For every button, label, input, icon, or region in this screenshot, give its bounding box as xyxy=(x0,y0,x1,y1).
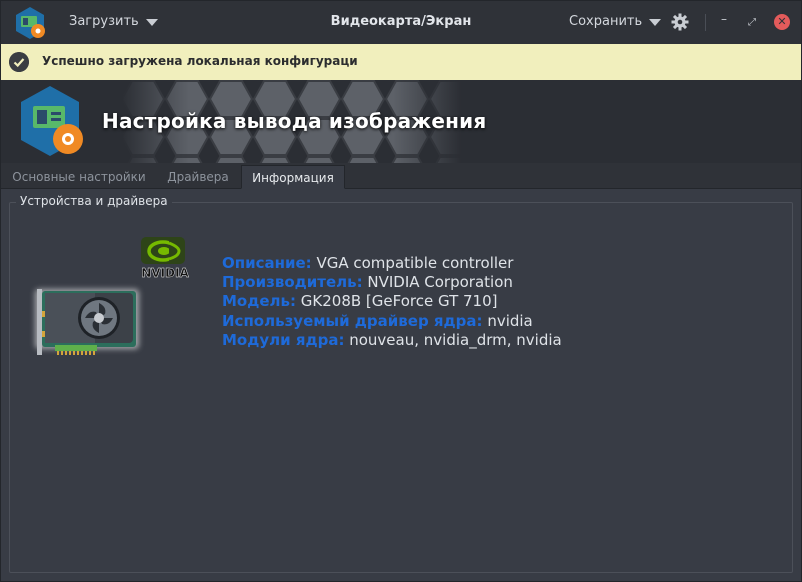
app-icon xyxy=(16,7,45,39)
graphics-card-icon xyxy=(35,289,139,355)
chevron-down-icon xyxy=(145,18,158,26)
info-value: NVIDIA Corporation xyxy=(367,273,513,292)
info-key: Модель: xyxy=(222,292,296,311)
checkmark-icon xyxy=(9,52,29,72)
title-bar: Загрузить Видеокарта/Экран Сохранить – ⤢… xyxy=(1,1,801,44)
chevron-down-icon xyxy=(649,18,662,26)
tab-information[interactable]: Информация xyxy=(241,165,345,189)
save-menu[interactable]: Сохранить xyxy=(569,14,662,29)
info-row-kernel-modules: Модули ядра: nouveau, nvidia_drm, nvidia xyxy=(222,331,562,350)
gear-icon[interactable] xyxy=(671,13,689,31)
close-button[interactable]: ✕ xyxy=(774,14,790,30)
nvidia-logo-text: NVIDIA xyxy=(141,266,189,280)
load-menu[interactable]: Загрузить xyxy=(69,14,158,29)
tab-bar: Основные настройки Драйвера Информация xyxy=(1,163,801,189)
minimize-button[interactable]: – xyxy=(717,12,731,32)
info-key: Производитель: xyxy=(222,273,363,292)
info-value: nvidia xyxy=(487,311,533,330)
info-row-vendor: Производитель: NVIDIA Corporation xyxy=(222,273,562,292)
page-title: Настройка вывода изображения xyxy=(102,109,487,133)
info-value: nouveau, nvidia_drm, nvidia xyxy=(349,330,562,349)
header-banner: Настройка вывода изображения xyxy=(1,80,801,163)
info-key: Модули ядра: xyxy=(222,330,345,349)
app-window: Загрузить Видеокарта/Экран Сохранить – ⤢… xyxy=(0,0,802,582)
info-value: VGA compatible controller xyxy=(316,254,514,272)
maximize-button[interactable]: ⤢ xyxy=(745,12,759,32)
info-key: Используемый драйвер ядра: xyxy=(222,311,483,330)
notification-text: Успешно загружена локальная конфигураци xyxy=(42,54,358,68)
load-menu-label: Загрузить xyxy=(69,14,139,29)
device-info: Описание: VGA compatible controller Прои… xyxy=(222,254,562,350)
save-menu-label: Сохранить xyxy=(569,14,643,29)
info-row-description: Описание: VGA compatible controller xyxy=(222,254,562,273)
tab-basic-settings[interactable]: Основные настройки xyxy=(5,165,153,189)
info-key: Описание: xyxy=(222,254,312,272)
tab-drivers[interactable]: Драйвера xyxy=(159,165,237,189)
info-row-kernel-driver: Используемый драйвер ядра: nvidia xyxy=(222,312,562,331)
titlebar-separator xyxy=(705,14,706,31)
notification-bar: Успешно загружена локальная конфигураци xyxy=(1,44,801,80)
info-row-model: Модель: GK208B [GeForce GT 710] xyxy=(222,292,562,311)
devices-group-label: Устройства и драйвера xyxy=(16,194,172,208)
info-value: GK208B [GeForce GT 710] xyxy=(300,292,498,311)
nvidia-logo: NVIDIA xyxy=(141,237,190,280)
display-settings-icon xyxy=(21,86,83,156)
